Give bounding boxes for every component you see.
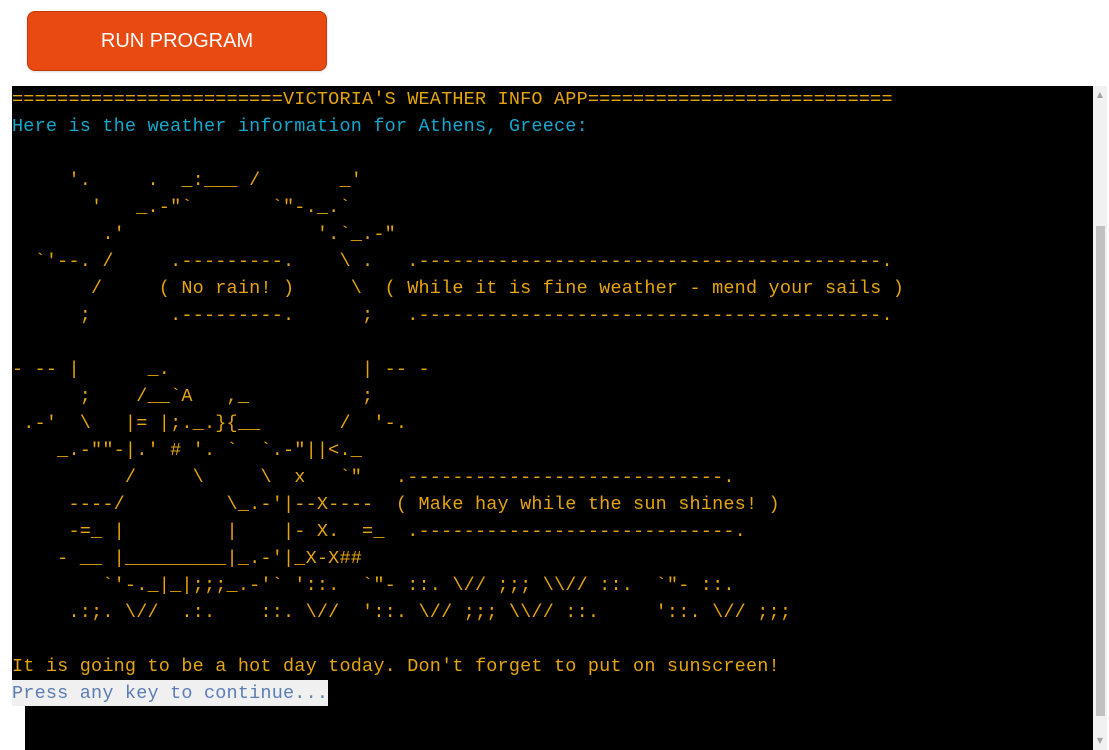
- ascii-art-line: ' _.-"` `"-._.`: [12, 197, 351, 218]
- ascii-art-line: .:;. \// .:. ::. \// '::. \// ;;; \\// :…: [12, 602, 792, 623]
- terminal-window[interactable]: ========================VICTORIA'S WEATH…: [12, 86, 1107, 750]
- app-title-line: ========================VICTORIA'S WEATH…: [12, 89, 893, 110]
- terminal-scrollbar[interactable]: ▲ ▼: [1093, 86, 1107, 750]
- terminal-output: ========================VICTORIA'S WEATH…: [12, 86, 1093, 750]
- ascii-art-line: `'--. / .---------. \ . .---------------…: [12, 251, 893, 272]
- scrollbar-thumb[interactable]: [1096, 226, 1105, 716]
- ascii-art-line: ; /__`A ,_ ;: [12, 386, 374, 407]
- run-program-button[interactable]: RUN PROGRAM: [27, 11, 327, 71]
- continue-prompt[interactable]: Press any key to continue...: [12, 680, 329, 706]
- intro-line: Here is the weather information for Athe…: [12, 116, 588, 137]
- ascii-art-line: .-' \ |= |;._.}{__ / '-.: [12, 413, 408, 434]
- ascii-art-line: / \ \ x `" .----------------------------…: [12, 467, 735, 488]
- weather-message-line: It is going to be a hot day today. Don't…: [12, 656, 780, 677]
- ascii-art-line: - __ |_________|_.-'|_X-X##: [12, 548, 363, 569]
- ascii-art-line: .' '.`_.-": [12, 224, 396, 245]
- ascii-art-line: -=_ | | |- X. =_ .----------------------…: [12, 521, 746, 542]
- terminal-border-strip: [12, 706, 25, 750]
- ascii-art-line: ; .---------. ; .-----------------------…: [12, 305, 893, 326]
- ascii-art-line: _.-""-|.' # '. ` `.-"||<._: [12, 440, 363, 461]
- triangle-up-icon[interactable]: ▲: [1093, 88, 1107, 102]
- ascii-art-line: / ( No rain! ) \ ( While it is fine weat…: [12, 278, 905, 299]
- ascii-art-line: '. . _:___ / _': [12, 170, 363, 191]
- ascii-art-line: ----/ \_.-'|--X---- ( Make hay while the…: [12, 494, 780, 515]
- ascii-art-line: `'-._|_|;;;_.-'` '::. `"- ::. \// ;;; \\…: [12, 575, 735, 596]
- ascii-art-line: - -- | _. | -- -: [12, 359, 430, 380]
- triangle-down-icon[interactable]: ▼: [1093, 734, 1107, 748]
